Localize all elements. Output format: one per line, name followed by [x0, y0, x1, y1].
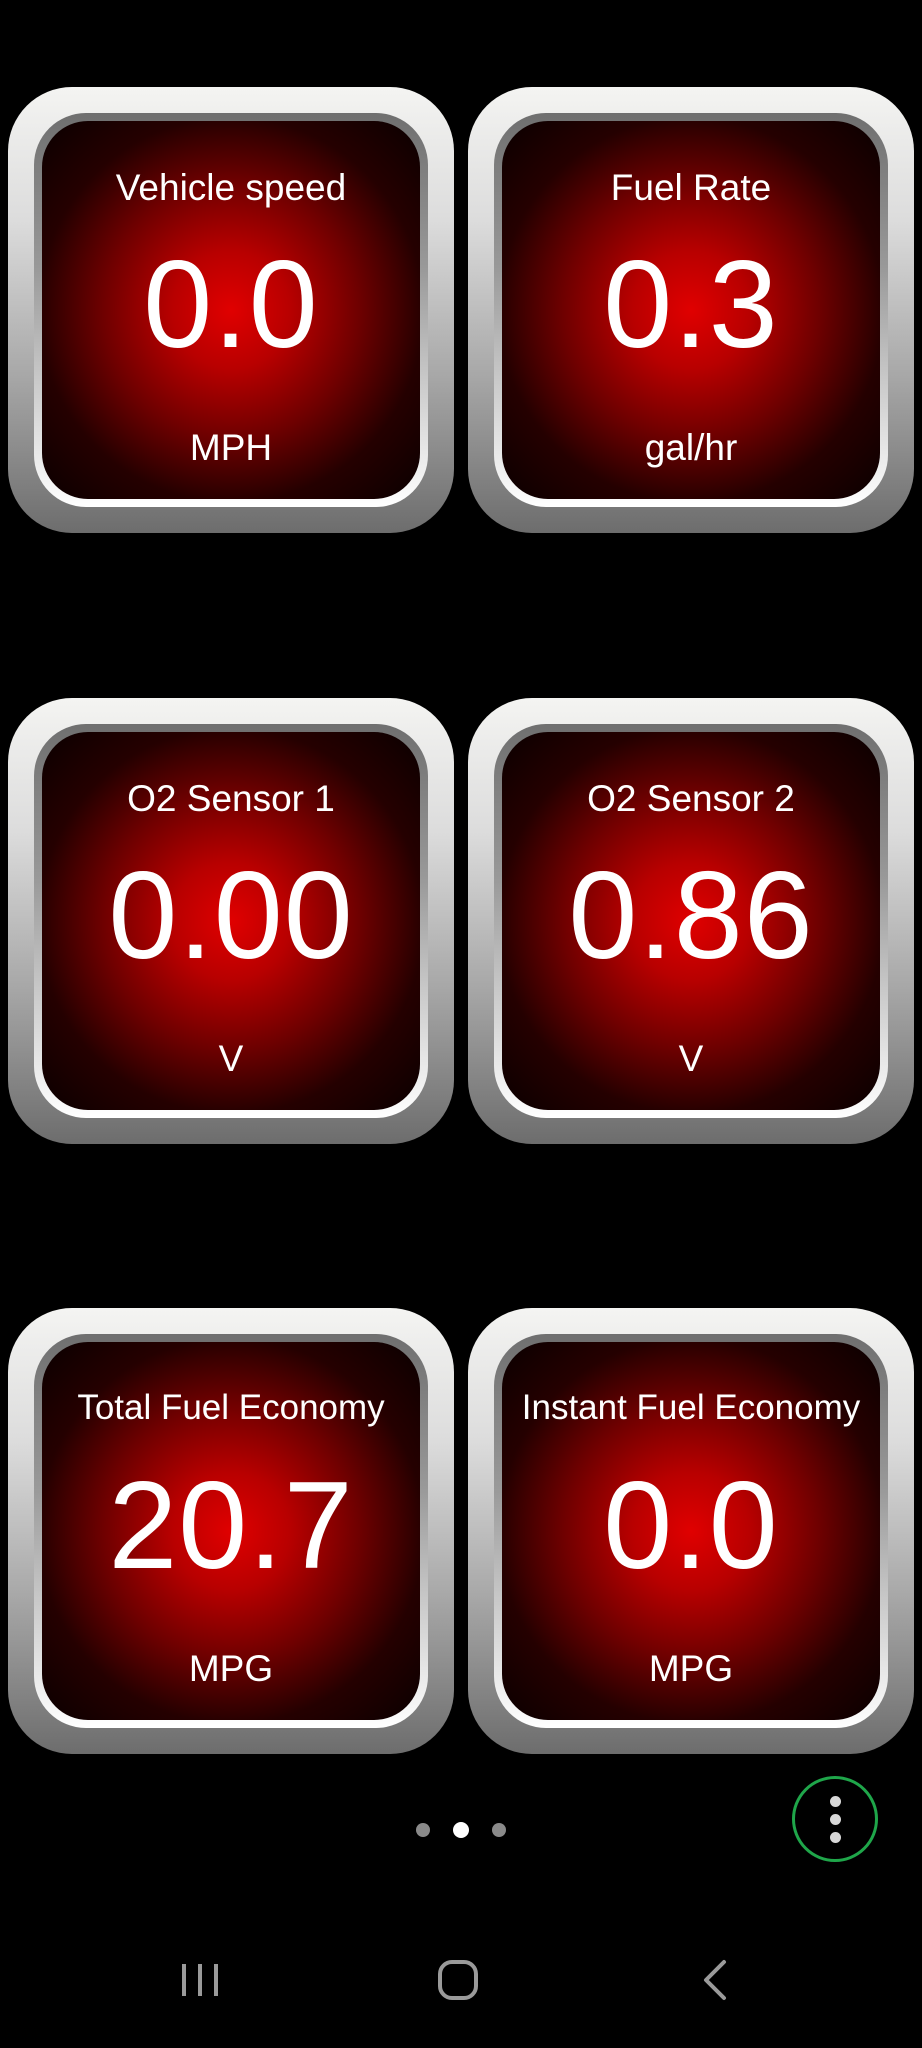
gauge-vehicle-speed[interactable]: Vehicle speed 0.0 MPH: [8, 87, 454, 533]
gauge-unit: MPG: [188, 1648, 274, 1689]
gauge-face: Vehicle speed 0.0 MPH: [42, 121, 420, 499]
gauge-value: 20.7: [108, 1457, 354, 1595]
gauge-label: Total Fuel Economy: [77, 1388, 385, 1427]
vertical-dots-icon: [829, 1795, 841, 1843]
gauge-unit: MPH: [189, 427, 273, 468]
gauge-face: Fuel Rate 0.3 gal/hr: [502, 121, 880, 499]
gauge-fuel-rate[interactable]: Fuel Rate 0.3 gal/hr: [468, 87, 914, 533]
gauge-face: Instant Fuel Economy 0.0 MPG: [502, 1342, 880, 1720]
gauge-o2-sensor-2[interactable]: O2 Sensor 2 0.86 V: [468, 698, 914, 1144]
gauge-face: Total Fuel Economy 20.7 MPG: [42, 1342, 420, 1720]
gauge-unit: V: [678, 1038, 704, 1079]
gauge-unit: MPG: [648, 1648, 734, 1689]
gauge-label: Instant Fuel Economy: [521, 1388, 861, 1427]
gauge-face: O2 Sensor 1 0.00 V: [42, 732, 420, 1110]
gauge-label: O2 Sensor 1: [127, 778, 335, 819]
gauge-face: O2 Sensor 2 0.86 V: [502, 732, 880, 1110]
gauge-total-fuel-economy[interactable]: Total Fuel Economy 20.7 MPG: [8, 1308, 454, 1754]
gauge-value: 0.00: [108, 847, 354, 985]
gauge-o2-sensor-1[interactable]: O2 Sensor 1 0.00 V: [8, 698, 454, 1144]
gauge-unit: V: [218, 1038, 244, 1079]
gauge-value: 0.0: [143, 236, 319, 374]
gauge-label: Fuel Rate: [610, 167, 772, 208]
gauge-value: 0.3: [603, 236, 779, 374]
gauge-value: 0.86: [568, 847, 814, 985]
gauge-value: 0.0: [603, 1457, 779, 1595]
page-dot-2-active[interactable]: [453, 1822, 469, 1838]
gauge-instant-fuel-economy[interactable]: Instant Fuel Economy 0.0 MPG: [468, 1308, 914, 1754]
recent-apps-button[interactable]: [160, 1950, 240, 2010]
recent-apps-icon: [182, 1964, 218, 1996]
back-icon: [704, 1960, 726, 2000]
dashboard-screen: Vehicle speed 0.0 MPH Fuel Rate 0.3 gal/…: [0, 0, 922, 2048]
home-icon: [438, 1960, 478, 2000]
gauge-label: Vehicle speed: [115, 167, 347, 208]
page-dot-3[interactable]: [492, 1823, 506, 1837]
page-indicator: [416, 1818, 506, 1842]
overflow-menu-button[interactable]: [792, 1776, 878, 1862]
back-button[interactable]: [676, 1950, 756, 2010]
system-navigation-bar: [0, 1930, 922, 2048]
gauge-label: O2 Sensor 2: [587, 778, 795, 819]
gauge-unit: gal/hr: [644, 427, 738, 468]
page-dot-1[interactable]: [416, 1823, 430, 1837]
home-button[interactable]: [418, 1950, 498, 2010]
